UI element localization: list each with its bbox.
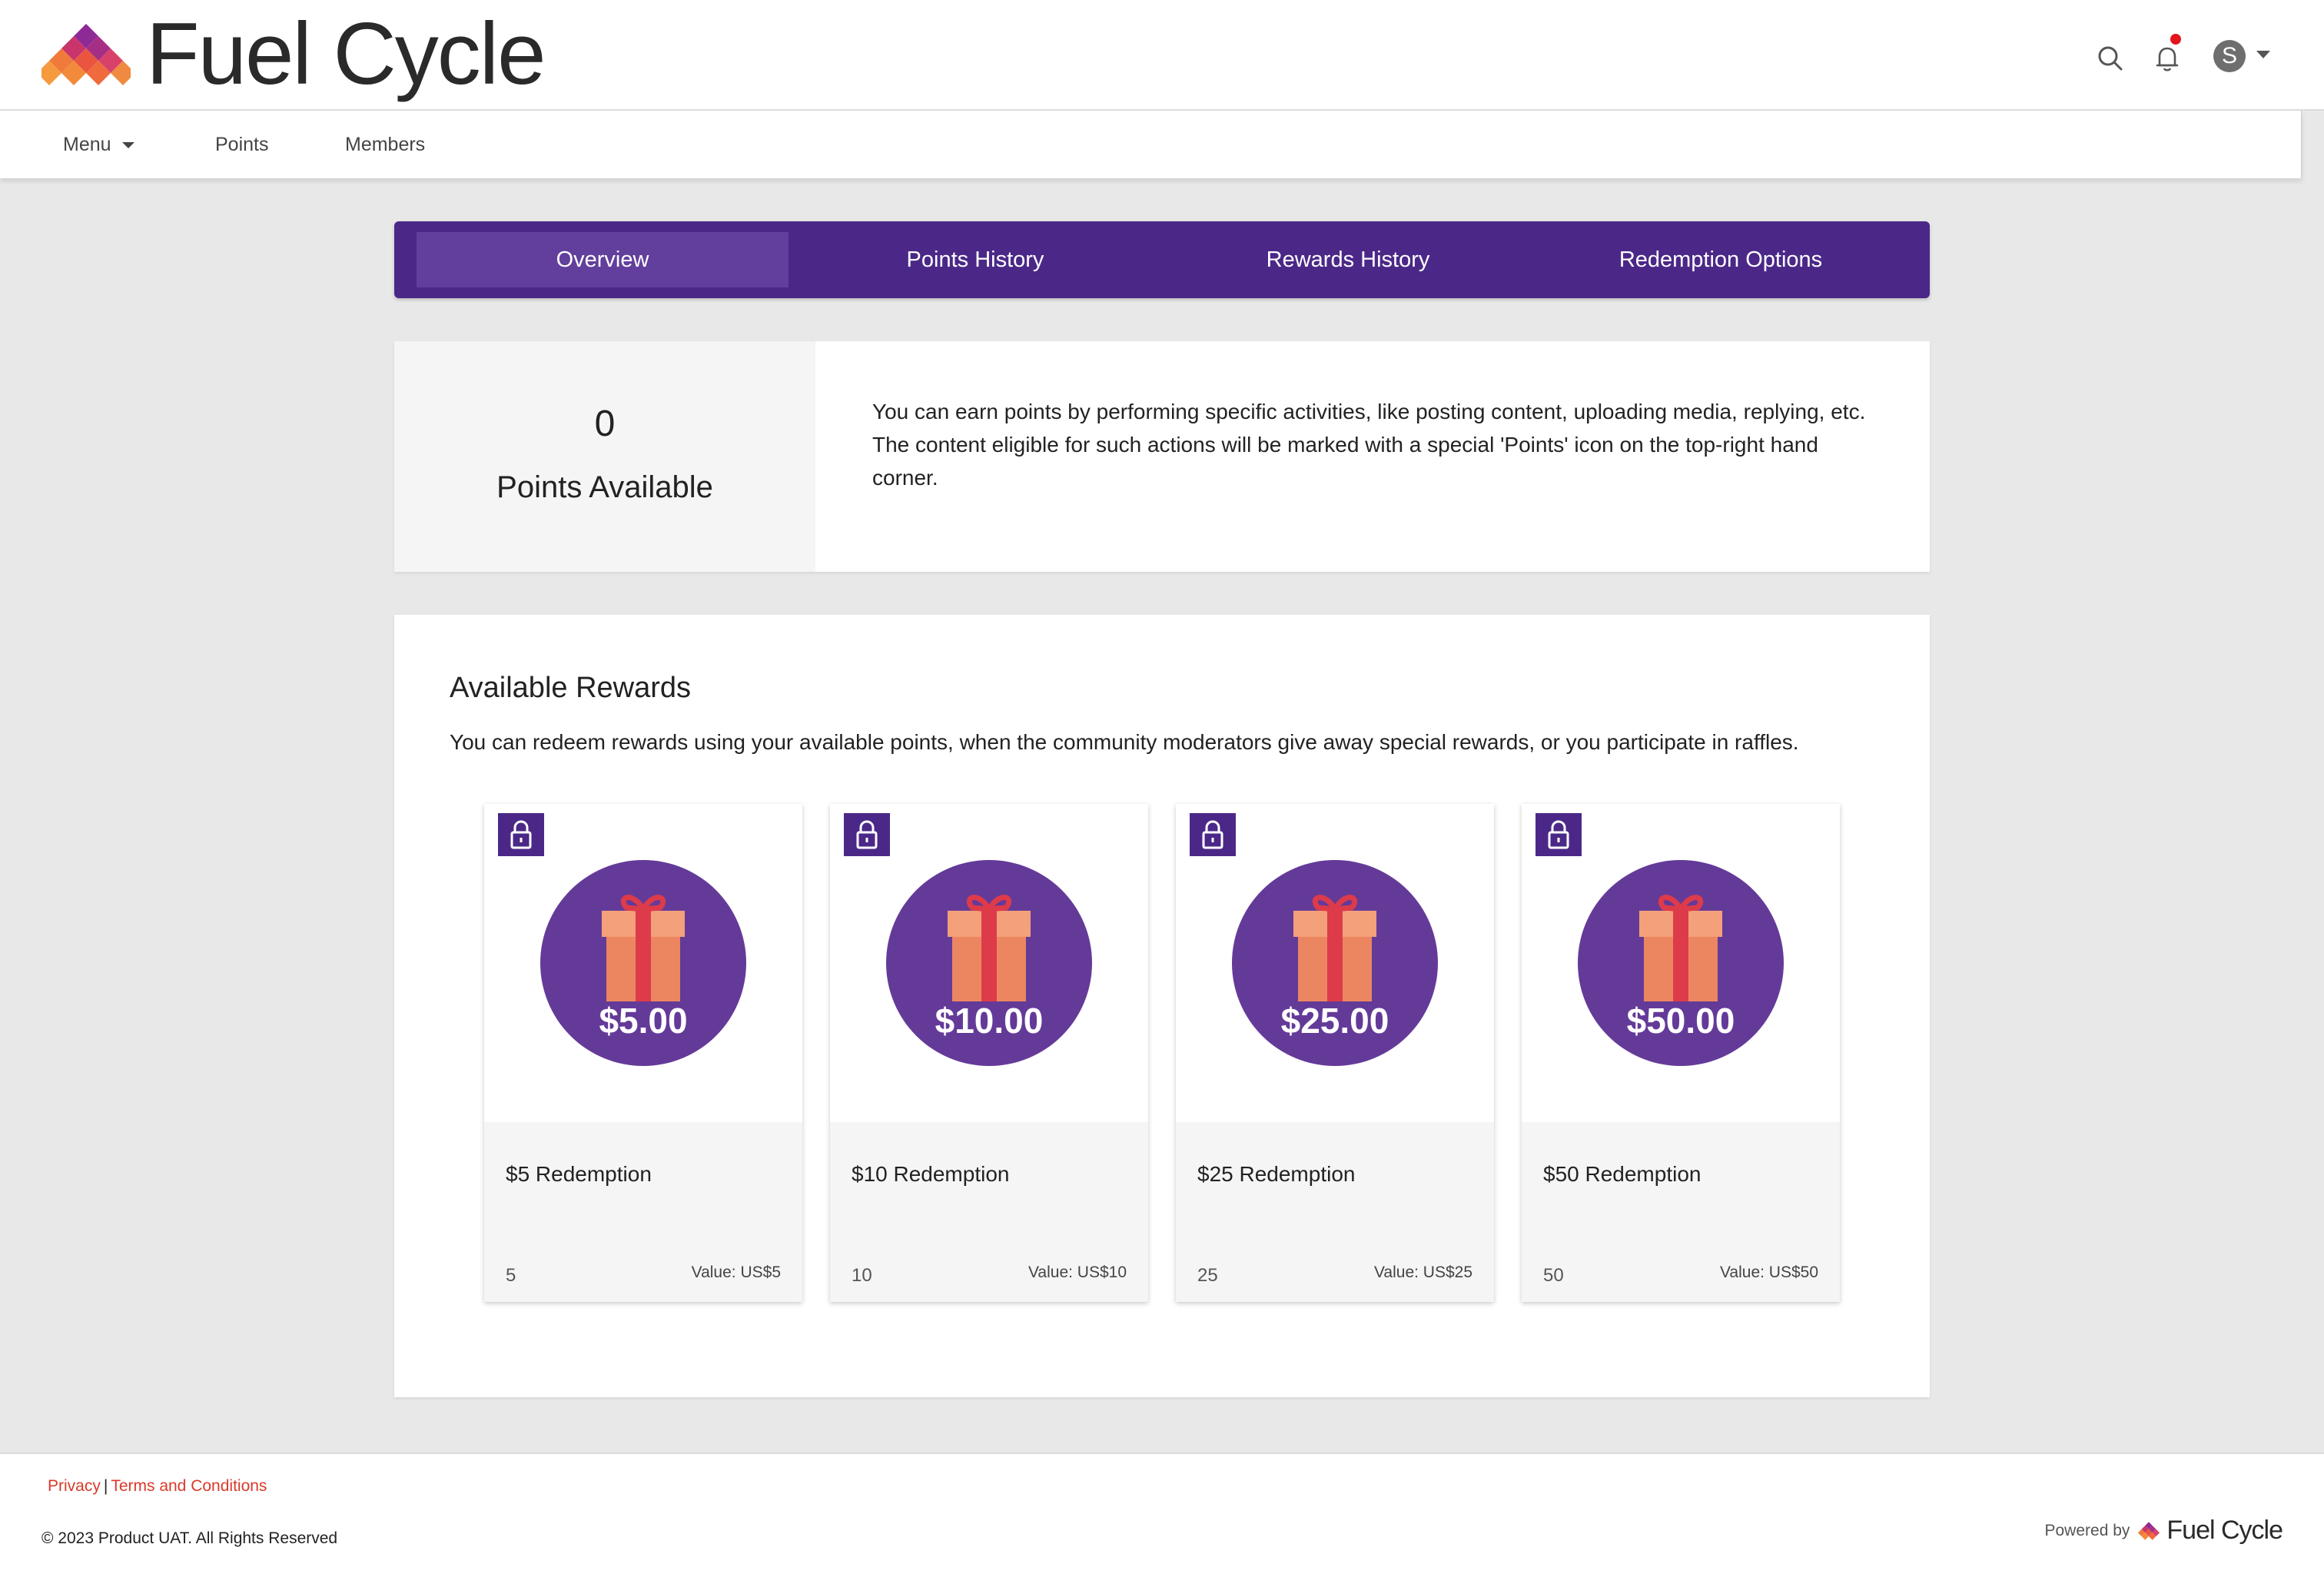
chevron-down-icon[interactable] — [2256, 51, 2270, 58]
gift-icon: $10.00 — [886, 860, 1092, 1066]
reward-card[interactable]: $50.00 $50 Redemption 50 Value: US$50 — [1522, 804, 1840, 1302]
gift-icon: $50.00 — [1578, 860, 1784, 1066]
reward-points-cost: 10 — [852, 1265, 872, 1286]
reward-points-cost: 25 — [1197, 1265, 1218, 1286]
lock-icon — [844, 813, 890, 856]
powered-by-label: Powered by — [2044, 1521, 2130, 1539]
fuel-cycle-small-logo-icon — [2138, 1521, 2160, 1540]
search-icon[interactable] — [2095, 43, 2126, 74]
lock-icon — [1190, 813, 1236, 856]
reward-name: $10 Redemption — [852, 1162, 1010, 1186]
terms-link[interactable]: Terms and Conditions — [111, 1477, 267, 1495]
page-footer: Privacy | Terms and Conditions © 2023 Prod… — [0, 1453, 2324, 1574]
reward-value: Value: US$10 — [1028, 1264, 1127, 1281]
reward-amount: $50.00 — [1626, 1001, 1735, 1041]
powered-by-brand: Fuel Cycle — [2166, 1516, 2283, 1545]
powered-by[interactable]: Powered by Fuel Cycle — [2044, 1516, 2283, 1546]
reward-name: $25 Redemption — [1197, 1162, 1356, 1186]
reward-card[interactable]: $10.00 $10 Redemption 10 Value: US$10 — [830, 804, 1148, 1302]
rewards-description: You can redeem rewards using your availa… — [450, 730, 1799, 754]
rewards-title: Available Rewards — [450, 672, 692, 704]
points-summary-card: 0 Points Available You can earn points b… — [394, 341, 1930, 572]
reward-points-cost: 5 — [506, 1265, 516, 1286]
reward-image: $25.00 — [1176, 804, 1494, 1122]
gift-icon: $5.00 — [540, 860, 746, 1066]
main-nav: Menu Points Members — [0, 111, 2302, 178]
reward-amount: $25.00 — [1280, 1001, 1389, 1041]
lock-icon — [1536, 813, 1582, 856]
reward-name: $5 Redemption — [506, 1162, 652, 1186]
bell-icon[interactable] — [2152, 43, 2183, 74]
nav-members[interactable]: Members — [345, 111, 425, 178]
gift-icon: $25.00 — [1232, 860, 1438, 1066]
privacy-link[interactable]: Privacy — [48, 1477, 101, 1495]
reward-card[interactable]: $5.00 $5 Redemption 5 Value: US$5 — [484, 804, 802, 1302]
brand-name: Fuel Cycle — [146, 5, 546, 103]
caret-down-icon — [121, 142, 134, 149]
points-value: 0 — [594, 403, 616, 444]
reward-amount: $5.00 — [599, 1001, 688, 1041]
tab-overview[interactable]: Overview — [417, 232, 788, 287]
nav-menu-label: Menu — [63, 134, 111, 155]
available-rewards-section: Available Rewards You can redeem rewards… — [394, 615, 1930, 1397]
reward-card[interactable]: $25.00 $25 Redemption 25 Value: US$25 — [1176, 804, 1494, 1302]
footer-separator: | — [103, 1477, 108, 1495]
reward-image: $5.00 — [484, 804, 802, 1122]
tab-rewards-history[interactable]: Rewards History — [1162, 232, 1534, 287]
nav-points[interactable]: Points — [215, 111, 268, 178]
copyright-text: © 2023 Product UAT. All Rights Reserved — [42, 1529, 338, 1547]
reward-image: $10.00 — [830, 804, 1148, 1122]
reward-name: $50 Redemption — [1543, 1162, 1702, 1186]
tab-redemption-options[interactable]: Redemption Options — [1535, 232, 1907, 287]
points-balance-panel: 0 Points Available — [394, 341, 815, 572]
top-header: Fuel Cycle S — [0, 0, 2324, 111]
nav-menu-dropdown[interactable]: Menu — [63, 111, 134, 178]
lock-icon — [498, 813, 544, 856]
points-tabs: Overview Points History Rewards History … — [394, 221, 1930, 298]
notification-dot — [2170, 34, 2181, 45]
reward-value: Value: US$25 — [1373, 1264, 1472, 1281]
avatar[interactable]: S — [2213, 40, 2246, 72]
brand-logo[interactable]: Fuel Cycle — [42, 5, 546, 103]
fuel-cycle-logo-icon — [42, 24, 131, 85]
reward-points-cost: 50 — [1543, 1265, 1564, 1286]
points-label: Points Available — [496, 470, 713, 504]
reward-amount: $10.00 — [935, 1001, 1044, 1041]
points-description: You can earn points by performing specif… — [872, 400, 1866, 490]
reward-image: $50.00 — [1522, 804, 1840, 1122]
reward-value: Value: US$50 — [1719, 1264, 1818, 1281]
tab-points-history[interactable]: Points History — [789, 232, 1161, 287]
footer-links: Privacy | Terms and Conditions — [48, 1477, 267, 1496]
reward-value: Value: US$5 — [691, 1264, 781, 1281]
